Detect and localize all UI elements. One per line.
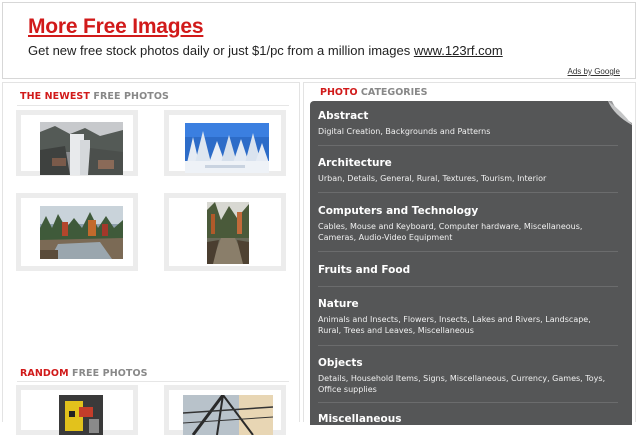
- category-subcategories[interactable]: Details, Household Items, Signs, Miscell…: [318, 373, 608, 395]
- category-divider: [318, 345, 618, 346]
- random-heading-accent: RANDOM: [20, 368, 69, 379]
- category-fruits-food[interactable]: Fruits and Food: [318, 263, 608, 277]
- waterfall-photo: [40, 122, 123, 175]
- category-objects[interactable]: Objects Details, Household Items, Signs,…: [318, 356, 608, 395]
- newest-photo-4[interactable]: [164, 193, 286, 271]
- categories-heading-accent: PHOTO: [320, 87, 358, 98]
- newest-heading-accent: THE NEWEST: [20, 91, 90, 102]
- category-title[interactable]: Architecture: [318, 156, 608, 170]
- category-subcategories[interactable]: Urban, Details, General, Rural, Textures…: [318, 173, 608, 184]
- google-ad-block: More Free Images Get new free stock phot…: [2, 2, 636, 79]
- category-computers-technology[interactable]: Computers and Technology Cables, Mouse a…: [318, 204, 608, 243]
- ad-title-link[interactable]: More Free Images: [28, 15, 204, 39]
- category-divider: [318, 286, 618, 287]
- newest-heading-divider: [17, 105, 289, 106]
- forest-path-photo: [207, 202, 249, 264]
- newest-photos-heading: THE NEWEST FREE PHOTOS: [20, 91, 169, 102]
- category-architecture[interactable]: Architecture Urban, Details, General, Ru…: [318, 156, 608, 184]
- category-divider: [318, 402, 618, 403]
- category-title[interactable]: Fruits and Food: [318, 263, 608, 277]
- photo-categories-heading: PHOTO CATEGORIES: [320, 87, 427, 98]
- bridge-sunset-photo: [183, 395, 273, 435]
- categories-column: PHOTO CATEGORIES Abstract Digital Creati…: [303, 82, 636, 425]
- category-nature[interactable]: Nature Animals and Insects, Flowers, Ins…: [318, 297, 608, 336]
- ad-url-link[interactable]: www.123rf.com: [414, 43, 503, 58]
- category-title[interactable]: Objects: [318, 356, 608, 370]
- ads-by-google-link[interactable]: Ads by Google: [568, 67, 620, 76]
- categories-heading-rest: CATEGORIES: [357, 87, 428, 98]
- page-curl-icon: [608, 101, 632, 125]
- autumn-river-photo: [40, 206, 123, 259]
- category-title[interactable]: Nature: [318, 297, 608, 311]
- random-photo-1[interactable]: [16, 385, 138, 435]
- category-title[interactable]: Abstract: [318, 109, 608, 123]
- category-subcategories[interactable]: Cables, Mouse and Keyboard, Computer har…: [318, 221, 608, 243]
- newest-photo-1[interactable]: [16, 110, 138, 176]
- random-photos-heading: RANDOM FREE PHOTOS: [20, 368, 148, 379]
- category-divider: [318, 192, 618, 193]
- newest-photo-2[interactable]: [164, 110, 286, 176]
- photos-column: THE NEWEST FREE PHOTOS RANDOM FREE PHOTO…: [2, 82, 300, 435]
- category-divider: [318, 251, 618, 252]
- category-subcategories[interactable]: Animals and Insects, Flowers, Insects, L…: [318, 314, 608, 336]
- random-heading-divider: [17, 381, 289, 382]
- snowy-forest-photo: [185, 123, 269, 173]
- category-title[interactable]: Computers and Technology: [318, 204, 608, 218]
- ad-description: Get new free stock photos daily or just …: [28, 43, 503, 58]
- category-abstract[interactable]: Abstract Digital Creation, Backgrounds a…: [318, 109, 608, 137]
- category-divider: [318, 145, 618, 146]
- category-subcategories[interactable]: Digital Creation, Backgrounds and Patter…: [318, 126, 608, 137]
- yellow-machine-photo: [59, 395, 103, 435]
- categories-panel: Abstract Digital Creation, Backgrounds a…: [310, 101, 632, 425]
- random-heading-rest: FREE PHOTOS: [68, 368, 148, 379]
- newest-photo-3[interactable]: [16, 193, 138, 271]
- random-photo-2[interactable]: [164, 385, 286, 435]
- ad-description-text: Get new free stock photos daily or just …: [28, 43, 414, 58]
- newest-heading-rest: FREE PHOTOS: [89, 91, 169, 102]
